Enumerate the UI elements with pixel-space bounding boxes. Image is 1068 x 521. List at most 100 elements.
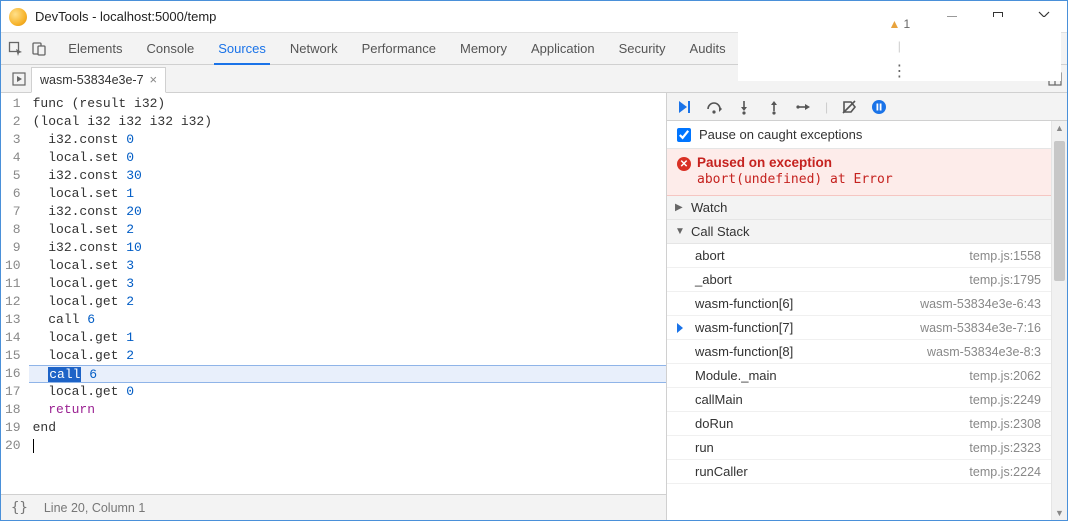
file-tab[interactable]: wasm-53834e3e-7 ×: [31, 67, 166, 93]
tab-memory[interactable]: Memory: [448, 33, 519, 64]
chevron-down-icon: ▼: [675, 226, 685, 237]
stack-frame[interactable]: _abort temp.js:1795: [667, 268, 1051, 292]
frame-function: abort: [695, 248, 725, 263]
frame-function: Module._main: [695, 368, 777, 383]
scroll-up-icon[interactable]: ▲: [1052, 123, 1067, 133]
toggle-navigator-icon[interactable]: [7, 67, 31, 91]
warnings-badge[interactable]: ▲ 1: [889, 17, 911, 31]
stack-frame[interactable]: callMaintemp.js:2249: [667, 388, 1051, 412]
frame-location: wasm-53834e3e-6:43: [920, 297, 1041, 311]
code-body[interactable]: func (result i32)(local i32 i32 i32 i32)…: [29, 93, 666, 494]
watch-section-header[interactable]: ▶ Watch: [667, 196, 1051, 220]
separator: |: [898, 39, 901, 53]
scroll-down-icon[interactable]: ▼: [1052, 508, 1067, 518]
frame-function: wasm-function[6]: [695, 296, 793, 311]
cursor-position: Line 20, Column 1: [44, 501, 145, 515]
resume-button[interactable]: [675, 98, 693, 116]
code-line[interactable]: local.set 0: [29, 149, 666, 167]
stack-frame[interactable]: runtemp.js:2323: [667, 436, 1051, 460]
tab-performance[interactable]: Performance: [350, 33, 448, 64]
stack-frame[interactable]: doRun temp.js:2308: [667, 412, 1051, 436]
code-line[interactable]: call 6: [29, 311, 666, 329]
code-line[interactable]: func (result i32): [29, 95, 666, 113]
frame-location: temp.js:2323: [969, 441, 1041, 455]
frame-location: temp.js:1795: [969, 273, 1041, 287]
frame-function: wasm-function[8]: [695, 344, 793, 359]
callstack-section-header[interactable]: ▼ Call Stack: [667, 220, 1051, 244]
pretty-print-icon[interactable]: {}: [11, 500, 28, 516]
stack-frame[interactable]: aborttemp.js:1558: [667, 244, 1051, 268]
scroll-thumb[interactable]: [1054, 141, 1065, 281]
stack-frame[interactable]: Module._main temp.js:2062: [667, 364, 1051, 388]
tab-sources[interactable]: Sources: [206, 33, 278, 64]
close-tab-icon[interactable]: ×: [150, 72, 158, 87]
exception-title: Paused on exception: [697, 155, 1041, 170]
main-tabbar: ElementsConsoleSourcesNetworkPerformance…: [1, 33, 1067, 65]
code-line[interactable]: return: [29, 401, 666, 419]
exception-message: abort(undefined) at Error: [697, 172, 1041, 187]
debugger-pane: | Pause on caught exceptions ✕ Paused on…: [667, 93, 1067, 520]
frame-location: temp.js:2224: [969, 465, 1041, 479]
line-gutter: 1234567891011121314151617181920: [1, 93, 29, 494]
code-line[interactable]: [29, 437, 666, 455]
frame-location: temp.js:2308: [969, 417, 1041, 431]
step-into-button[interactable]: [735, 98, 753, 116]
tab-audits[interactable]: Audits: [678, 33, 738, 64]
debug-toolbar: |: [667, 93, 1067, 121]
code-line[interactable]: local.set 3: [29, 257, 666, 275]
frame-function: wasm-function[7]: [695, 320, 793, 335]
code-line[interactable]: end: [29, 419, 666, 437]
pause-caught-row[interactable]: Pause on caught exceptions: [667, 121, 1051, 149]
more-menu-icon[interactable]: ⋮: [885, 61, 913, 81]
step-out-button[interactable]: [765, 98, 783, 116]
pause-caught-label: Pause on caught exceptions: [699, 127, 862, 142]
code-line[interactable]: local.get 1: [29, 329, 666, 347]
code-line[interactable]: local.get 2: [29, 347, 666, 365]
inspect-element-icon[interactable]: [5, 35, 28, 63]
stack-frame[interactable]: wasm-function[8] wasm-53834e3e-8:3: [667, 340, 1051, 364]
code-line[interactable]: (local i32 i32 i32 i32): [29, 113, 666, 131]
tab-application[interactable]: Application: [519, 33, 607, 64]
code-line[interactable]: local.get 2: [29, 293, 666, 311]
code-line[interactable]: local.set 2: [29, 221, 666, 239]
device-toolbar-icon[interactable]: [28, 35, 51, 63]
stack-frame[interactable]: runCaller temp.js:2224: [667, 460, 1051, 484]
frame-location: wasm-53834e3e-8:3: [927, 345, 1041, 359]
frame-function: callMain: [695, 392, 743, 407]
editor-statusbar: {} Line 20, Column 1: [1, 494, 666, 520]
tab-elements[interactable]: Elements: [56, 33, 134, 64]
stack-frame[interactable]: wasm-function[7] wasm-53834e3e-7:16: [667, 316, 1051, 340]
file-tab-name: wasm-53834e3e-7: [40, 73, 144, 87]
devtools-app-icon: [9, 8, 27, 26]
code-line[interactable]: local.set 1: [29, 185, 666, 203]
frame-location: wasm-53834e3e-7:16: [920, 321, 1041, 335]
pause-caught-checkbox[interactable]: [677, 128, 691, 142]
tab-network[interactable]: Network: [278, 33, 350, 64]
frame-location: temp.js:2062: [969, 369, 1041, 383]
tab-security[interactable]: Security: [607, 33, 678, 64]
code-line[interactable]: i32.const 0: [29, 131, 666, 149]
tab-console[interactable]: Console: [134, 33, 206, 64]
frame-function: _abort: [695, 272, 732, 287]
code-line[interactable]: i32.const 20: [29, 203, 666, 221]
frame-function: runCaller: [695, 464, 748, 479]
code-line[interactable]: local.get 0: [29, 383, 666, 401]
code-line[interactable]: i32.const 10: [29, 239, 666, 257]
chevron-right-icon: ▶: [675, 202, 685, 213]
scrollbar[interactable]: ▲ ▼: [1051, 121, 1067, 520]
step-over-button[interactable]: [705, 98, 723, 116]
code-editor[interactable]: 1234567891011121314151617181920 func (re…: [1, 93, 666, 494]
code-line[interactable]: i32.const 30: [29, 167, 666, 185]
stack-frame[interactable]: wasm-function[6] wasm-53834e3e-6:43: [667, 292, 1051, 316]
watch-label: Watch: [691, 200, 727, 215]
workspace: 1234567891011121314151617181920 func (re…: [1, 93, 1067, 520]
error-icon: ✕: [677, 157, 691, 171]
pause-on-exceptions-button[interactable]: [870, 98, 888, 116]
deactivate-breakpoints-button[interactable]: [840, 98, 858, 116]
code-line[interactable]: call 6: [29, 365, 666, 383]
editor-pane: 1234567891011121314151617181920 func (re…: [1, 93, 667, 520]
warning-icon: ▲: [889, 17, 901, 31]
code-line[interactable]: local.get 3: [29, 275, 666, 293]
frame-function: doRun: [695, 416, 733, 431]
step-button[interactable]: [795, 98, 813, 116]
